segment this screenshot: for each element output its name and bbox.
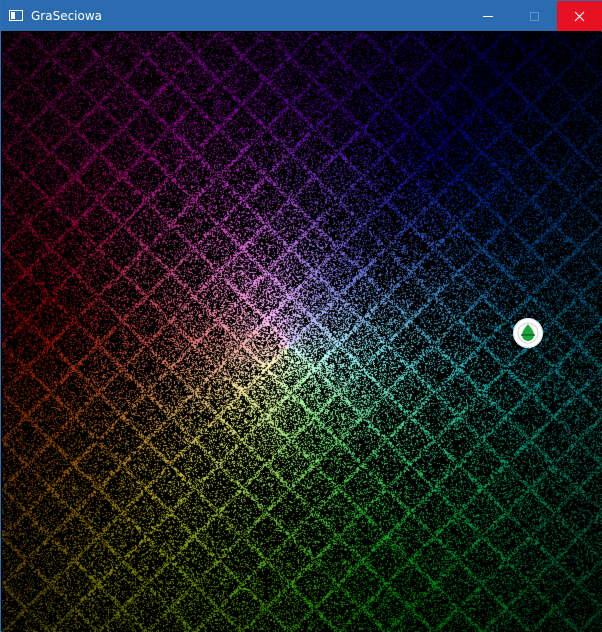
maximize-button[interactable] [511,1,557,31]
window-title: GraSeciowa [31,9,103,23]
maximize-icon [529,11,539,21]
app-window-icon [9,10,23,21]
minimize-icon [483,15,493,17]
minimize-button[interactable] [465,1,511,31]
game-canvas[interactable] [2,32,602,632]
title-bar[interactable]: GraSeciowa [1,1,602,31]
green-drop-marker-icon [516,321,540,345]
game-window: GraSeciowa [0,0,602,632]
color-noise-field[interactable] [2,32,602,632]
player-marker[interactable] [513,318,543,348]
close-icon [574,11,585,22]
close-button[interactable] [557,1,602,31]
